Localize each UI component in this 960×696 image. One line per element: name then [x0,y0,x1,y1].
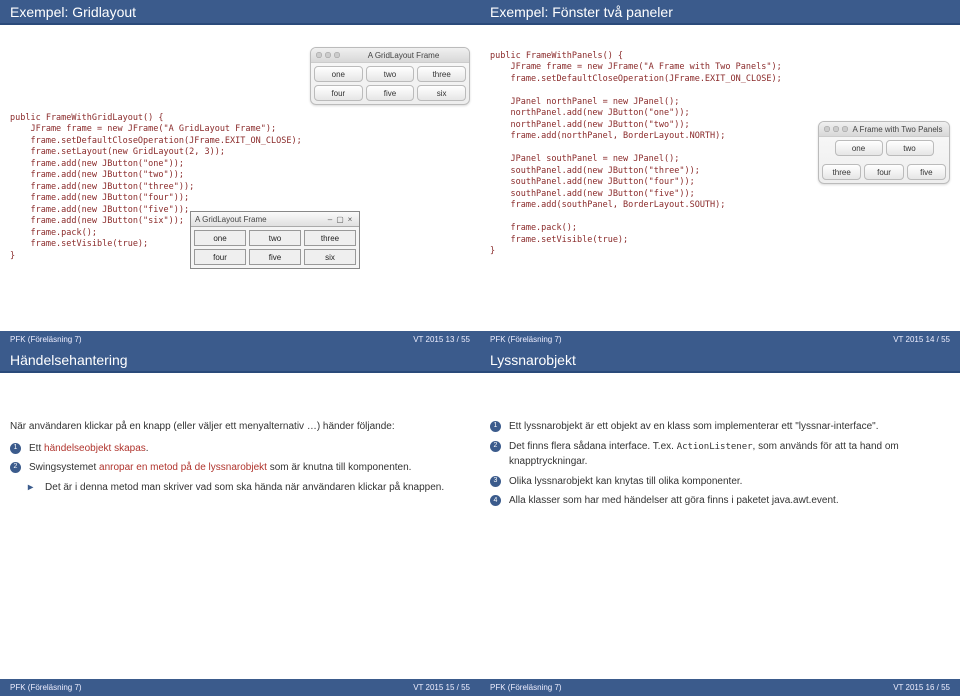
list-item: 4 Alla klasser som har med händelser att… [490,493,950,509]
maximize-icon[interactable]: ▢ [335,215,345,224]
slide-14: Exempel: Fönster två paneler A Frame wit… [480,0,960,348]
button-six[interactable]: six [304,249,356,265]
footer-right: VT 2015 15 / 55 [413,683,470,692]
button-five[interactable]: five [366,85,415,101]
close-icon[interactable]: × [345,215,355,224]
slide-title: Exempel: Gridlayout [0,0,480,25]
bullet-number: 1 [10,443,21,454]
footer-left: PFK (Föreläsning 7) [490,683,562,692]
button-four[interactable]: four [194,249,246,265]
footer-right: VT 2015 13 / 55 [413,335,470,344]
triangle-icon: ▸ [10,480,37,496]
traffic-green-icon [842,126,848,132]
bullet-number: 2 [490,441,501,452]
slide-title: Händelsehantering [0,348,480,373]
button-five[interactable]: five [249,249,301,265]
mac-window: A GridLayout Frame one two three four fi… [310,47,470,105]
lead-text: När användaren klickar på en knapp (elle… [10,419,470,435]
button-two[interactable]: two [249,230,301,246]
footer-left: PFK (Föreläsning 7) [10,335,82,344]
slide-15: Händelsehantering När användaren klickar… [0,348,480,696]
button-six[interactable]: six [417,85,466,101]
sub-item: ▸ Det är i denna metod man skriver vad s… [10,480,470,496]
slide-13: Exempel: Gridlayout A GridLayout Frame o… [0,0,480,348]
window-title: A Frame with Two Panels [851,125,944,134]
slide-16: Lyssnarobjekt 1 Ett lyssnarobjekt är ett… [480,348,960,696]
slide-footer: PFK (Föreläsning 7) VT 2015 13 / 55 [0,331,480,348]
list-item: 3 Olika lyssnarobjekt kan knytas till ol… [490,474,950,490]
footer-right: VT 2015 16 / 55 [893,683,950,692]
button-four[interactable]: four [864,164,903,180]
minimize-icon[interactable]: – [325,215,335,224]
traffic-yellow-icon [833,126,839,132]
button-two[interactable]: two [886,140,934,156]
slide-footer: PFK (Föreläsning 7) VT 2015 14 / 55 [480,331,960,348]
footer-left: PFK (Föreläsning 7) [10,683,82,692]
slide-footer: PFK (Föreläsning 7) VT 2015 16 / 55 [480,679,960,696]
button-three[interactable]: three [304,230,356,246]
list-item: 2 Swingsystemet anropar en metod på de l… [10,460,470,476]
window-title: A GridLayout Frame [195,215,267,224]
bullet-number: 4 [490,495,501,506]
button-one[interactable]: one [314,66,363,82]
slide-title: Lyssnarobjekt [480,348,960,373]
button-five[interactable]: five [907,164,946,180]
button-three[interactable]: three [417,66,466,82]
button-three[interactable]: three [822,164,861,180]
bullet-number: 2 [10,462,21,473]
slide-footer: PFK (Föreläsning 7) VT 2015 15 / 55 [0,679,480,696]
button-one[interactable]: one [835,140,883,156]
button-two[interactable]: two [366,66,415,82]
button-four[interactable]: four [314,85,363,101]
win-window: A GridLayout Frame – ▢ × one two three f… [190,211,360,269]
footer-right: VT 2015 14 / 55 [893,335,950,344]
mac-window: A Frame with Two Panels one two three fo… [818,121,950,184]
bullet-number: 3 [490,476,501,487]
footer-left: PFK (Föreläsning 7) [490,335,562,344]
window-title: A GridLayout Frame [343,51,464,60]
list-item: 1 Ett händelseobjekt skapas. [10,441,470,457]
traffic-red-icon [316,52,322,58]
slide-title: Exempel: Fönster två paneler [480,0,960,25]
traffic-yellow-icon [325,52,331,58]
traffic-green-icon [334,52,340,58]
traffic-red-icon [824,126,830,132]
bullet-number: 1 [490,421,501,432]
list-item: 2 Det finns flera sådana interface. T.ex… [490,439,950,470]
button-one[interactable]: one [194,230,246,246]
list-item: 1 Ett lyssnarobjekt är ett objekt av en … [490,419,950,435]
